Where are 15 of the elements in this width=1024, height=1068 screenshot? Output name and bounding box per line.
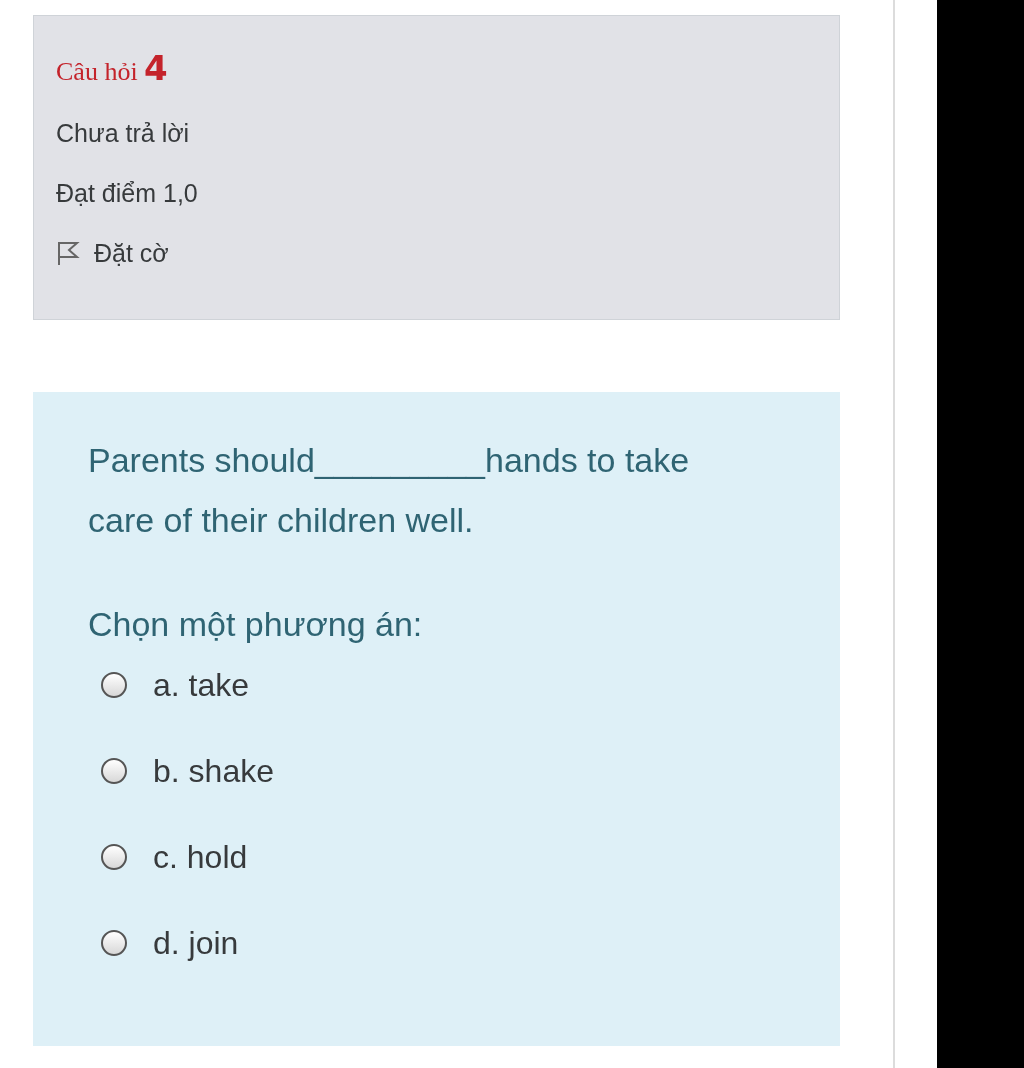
answer-option[interactable]: a. take xyxy=(101,666,785,704)
question-grade: Đạt điểm 1,0 xyxy=(56,178,199,208)
answer-option[interactable]: d. join xyxy=(101,924,785,962)
answer-option[interactable]: b. shake xyxy=(101,752,785,790)
question-number: Câu hỏi 4 xyxy=(56,52,169,88)
question-text: Parents should_________hands to take care of their children well. xyxy=(88,440,691,541)
radio-button[interactable] xyxy=(101,758,127,784)
question-status: Chưa trả lời xyxy=(56,118,191,148)
answer-option[interactable]: c. hold xyxy=(101,838,785,876)
flag-question-link[interactable]: Đặt cờ xyxy=(56,238,817,268)
radio-button[interactable] xyxy=(101,930,127,956)
answer-prompt: Chọn một phương án: xyxy=(88,604,424,645)
radio-button[interactable] xyxy=(101,844,127,870)
flag-icon xyxy=(56,240,80,266)
radio-button[interactable] xyxy=(101,672,127,698)
